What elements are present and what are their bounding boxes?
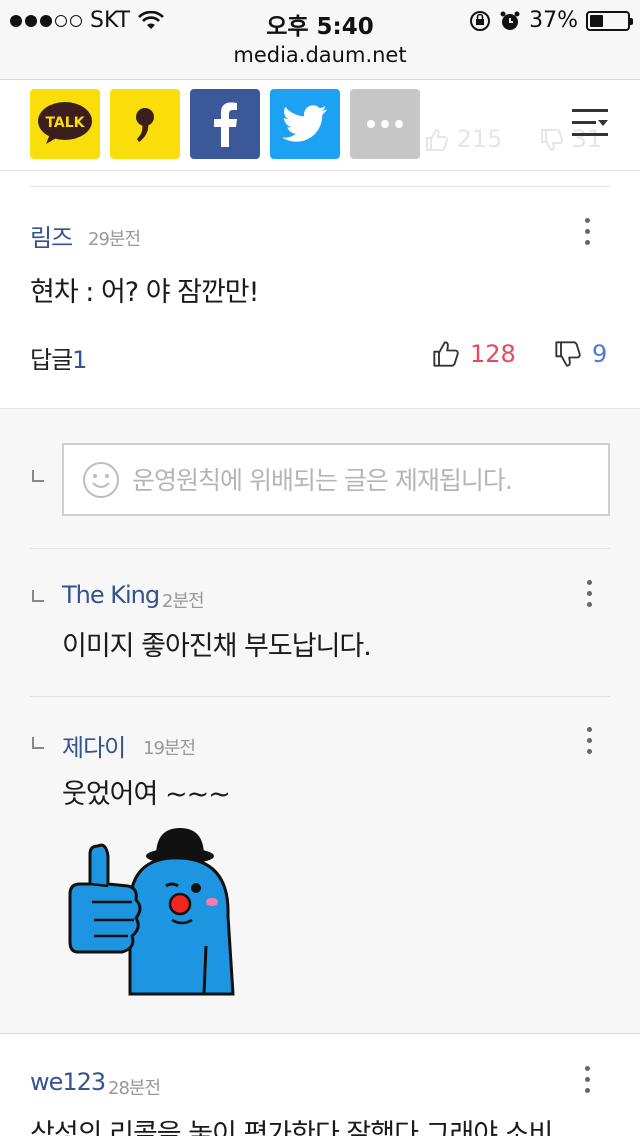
- kakaotalk-share-button[interactable]: TALK: [30, 89, 100, 159]
- comment-text: 삼성의 리콜을 놓이 평가한다 잘했다 그래야 소비: [30, 1119, 553, 1136]
- smiley-icon[interactable]: [82, 461, 120, 499]
- battery-percent: 37%: [529, 8, 578, 33]
- divider: [30, 696, 610, 697]
- reply-link[interactable]: 답글1: [30, 340, 87, 375]
- battery-icon: [586, 10, 633, 31]
- comment-author[interactable]: 림즈: [30, 218, 73, 253]
- reply-text: 웃었어여 ~~~: [62, 779, 231, 810]
- reply-input-box[interactable]: [62, 443, 610, 516]
- reply-indent-icon: [32, 590, 44, 602]
- thumbs-up-icon: [426, 128, 449, 151]
- divider: [30, 548, 610, 549]
- reply-author[interactable]: The King: [62, 581, 160, 609]
- reply-indent-icon: [32, 737, 44, 749]
- alarm-icon: [500, 11, 520, 30]
- kakaotalk-icon: TALK: [38, 102, 92, 144]
- like-count: 128: [470, 340, 516, 368]
- dislike-count: 9: [592, 340, 608, 368]
- comment-time: 28분전: [108, 1078, 161, 1099]
- facebook-share-button[interactable]: [190, 89, 260, 159]
- more-share-button[interactable]: [350, 89, 420, 159]
- ghost-like-count: 215: [425, 125, 502, 153]
- comment-more-icon[interactable]: [582, 218, 592, 248]
- kakaostory-share-button[interactable]: [110, 89, 180, 159]
- kakaostory-icon: [136, 108, 154, 142]
- kakaotalk-label: TALK: [45, 115, 85, 131]
- status-right: 37%: [469, 8, 633, 33]
- divider: [30, 186, 610, 187]
- comment-time: 29분전: [88, 229, 141, 250]
- twitter-icon: [282, 105, 327, 142]
- thumbs-down-icon: [541, 129, 564, 152]
- reply-input[interactable]: [132, 461, 592, 499]
- reply-label: 답글: [30, 346, 73, 374]
- dislike-button[interactable]: 9: [554, 340, 607, 368]
- status-bar: SKT 오후 5:40 37%: [0, 0, 640, 40]
- reply-more-icon[interactable]: [584, 727, 594, 757]
- url-bar[interactable]: media.daum.net: [0, 40, 640, 80]
- reply-time: 2분전: [162, 591, 205, 612]
- reply-author[interactable]: 제다이: [62, 728, 126, 763]
- reply-indent-icon: [32, 470, 44, 482]
- orientation-lock-icon: [470, 10, 491, 31]
- comment-more-icon[interactable]: [582, 1066, 592, 1096]
- thumbs-down-icon: [555, 341, 581, 367]
- comment-text: 현차 : 어? 야 잠깐만!: [30, 277, 259, 308]
- comment-author[interactable]: we123: [30, 1068, 106, 1096]
- share-bar: TALK 215 31: [0, 81, 640, 171]
- twitter-share-button[interactable]: [270, 89, 340, 159]
- reply-count: 1: [72, 346, 87, 374]
- reply-time: 19분전: [143, 738, 196, 759]
- sticker-image: [68, 828, 235, 996]
- like-button[interactable]: 128: [432, 340, 516, 368]
- thumbs-up-icon: [433, 341, 459, 367]
- url-text: media.daum.net: [233, 43, 407, 67]
- reply-more-icon[interactable]: [584, 580, 594, 610]
- more-icon: [367, 120, 403, 128]
- facebook-icon: [214, 102, 237, 147]
- reply-text: 이미지 좋아진채 부도납니다.: [62, 631, 372, 662]
- menu-toggle-icon[interactable]: [570, 105, 610, 141]
